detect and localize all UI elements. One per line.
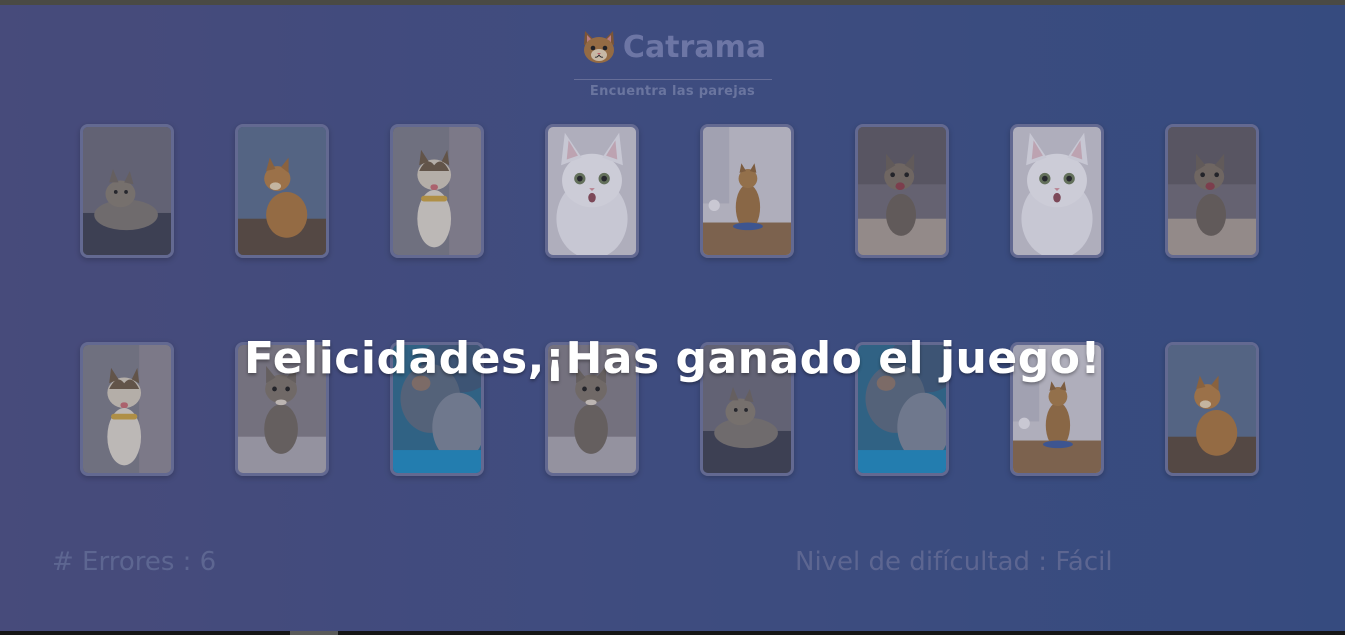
- scrollbar-thumb[interactable]: [290, 631, 338, 635]
- game-screen: Catrama Encuentra las parejas # Errores …: [0, 5, 1345, 631]
- horizontal-scrollbar[interactable]: [0, 631, 1345, 635]
- win-message: Felicidades,¡Has ganado el juego!: [244, 333, 1101, 384]
- win-overlay: [0, 5, 1345, 631]
